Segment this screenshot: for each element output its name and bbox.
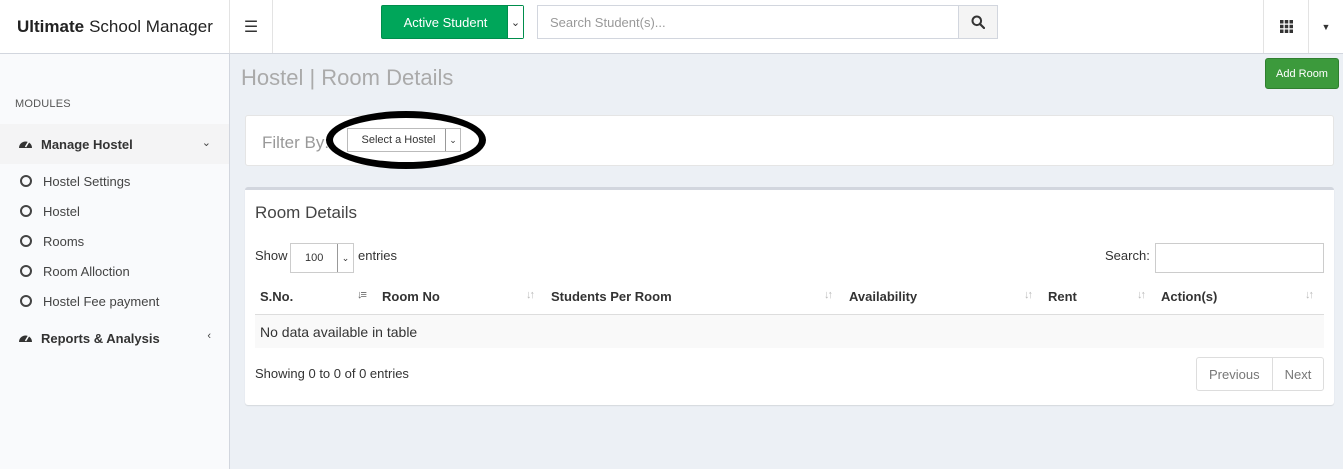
- sidebar-subitem-room-allocation[interactable]: Room Alloction: [0, 256, 229, 286]
- sidebar-subitem-label: Room Alloction: [43, 263, 130, 279]
- chevron-down-icon: ⌄: [445, 129, 460, 151]
- menu-toggle-button[interactable]: ☰: [230, 0, 273, 53]
- table-search-input[interactable]: [1155, 243, 1324, 273]
- user-menu-toggle[interactable]: ▼: [1309, 0, 1343, 53]
- page-title: Hostel | Room Details: [241, 65, 454, 90]
- entries-value: 100: [305, 252, 324, 264]
- menu-icon: ☰: [243, 18, 259, 36]
- student-status-select[interactable]: Active Student ⌄: [381, 5, 524, 39]
- caret-down-icon[interactable]: ⌄: [507, 6, 523, 38]
- sort-icon: ↓↑: [1305, 289, 1314, 301]
- column-header-room-no[interactable]: Room No: [382, 289, 440, 313]
- sidebar-subitem-label: Hostel Settings: [43, 173, 131, 189]
- app-logo[interactable]: Ultimate School Manager: [0, 0, 230, 53]
- column-header-rent[interactable]: Rent: [1048, 289, 1077, 313]
- previous-page-button[interactable]: Previous: [1197, 358, 1272, 390]
- circle-icon: [20, 235, 32, 247]
- sidebar-subitem-rooms[interactable]: Rooms: [0, 226, 229, 256]
- brand-bold: Ultimate: [17, 16, 85, 36]
- chevron-down-icon: ⌄: [201, 137, 211, 149]
- column-header-students-per-room[interactable]: Students Per Room: [551, 289, 672, 313]
- entries-label: entries: [358, 248, 398, 263]
- student-search: [537, 5, 998, 39]
- sort-icon: ↓↑: [526, 289, 535, 301]
- hostel-select[interactable]: Select a Hostel ⌄: [347, 128, 461, 152]
- column-header-availability[interactable]: Availability: [849, 289, 917, 313]
- sidebar: MODULES Manage Hostel ⌄ Hostel Settings …: [0, 54, 230, 469]
- sidebar-subitem-hostel-fee-payment[interactable]: Hostel Fee payment: [0, 286, 229, 316]
- student-search-input[interactable]: [538, 6, 958, 38]
- sidebar-item-reports[interactable]: Reports & Analysis ‹: [0, 318, 229, 358]
- filter-label: Filter By:: [262, 133, 330, 152]
- sidebar-subitem-label: Hostel: [43, 203, 80, 219]
- top-header: Ultimate School Manager ☰ Active Student…: [0, 0, 1343, 54]
- student-status-label: Active Student: [403, 14, 488, 30]
- show-label: Show: [255, 248, 288, 263]
- column-header-actions[interactable]: Action(s): [1161, 289, 1217, 313]
- hostel-select-value: Select a Hostel: [361, 134, 436, 146]
- entries-per-page-select[interactable]: 100 ⌄: [290, 243, 354, 273]
- table-empty-row: No data available in table: [255, 315, 1324, 348]
- column-header-sno[interactable]: S.No.: [260, 289, 293, 313]
- pagination: Previous Next: [1196, 357, 1325, 391]
- sort-icon: ↓≡: [357, 289, 367, 301]
- circle-icon: [20, 175, 32, 187]
- room-details-panel: Room Details Show 100 ⌄ entries Search: …: [245, 187, 1334, 405]
- sidebar-subitem-label: Hostel Fee payment: [43, 293, 160, 309]
- next-page-button[interactable]: Next: [1271, 358, 1324, 390]
- sort-icon: ↓↑: [1137, 289, 1146, 301]
- add-room-button[interactable]: Add Room: [1265, 58, 1339, 89]
- sidebar-subitem-hostel-settings[interactable]: Hostel Settings: [0, 166, 229, 196]
- search-button[interactable]: [958, 6, 997, 38]
- chevron-left-icon: ‹: [207, 330, 211, 342]
- sort-icon: ↓↑: [1024, 289, 1033, 301]
- apps-button[interactable]: [1263, 0, 1309, 53]
- caret-down-icon: ▼: [1321, 21, 1331, 32]
- circle-icon: [20, 295, 32, 307]
- chevron-down-icon: ⌄: [337, 244, 353, 272]
- table-info: Showing 0 to 0 of 0 entries: [255, 366, 409, 381]
- sidebar-subitem-label: Rooms: [43, 233, 85, 249]
- circle-icon: [20, 205, 32, 217]
- sort-icon: ↓↑: [824, 289, 833, 301]
- search-icon: [971, 15, 985, 29]
- sidebar-subitem-hostel[interactable]: Hostel: [0, 196, 229, 226]
- dashboard-icon: [18, 136, 41, 152]
- panel-title: Room Details: [255, 203, 358, 222]
- sidebar-item-label: Reports & Analysis: [41, 330, 160, 346]
- dashboard-icon: [18, 330, 41, 346]
- table-search-label: Search:: [1105, 248, 1150, 263]
- brand-rest: School Manager: [89, 16, 213, 36]
- sidebar-section-label: MODULES: [15, 98, 71, 110]
- sidebar-item-label: Manage Hostel: [41, 136, 133, 152]
- apps-grid-icon: [1279, 20, 1293, 33]
- sidebar-item-manage-hostel[interactable]: Manage Hostel ⌄: [0, 124, 229, 164]
- filter-panel: Filter By: Select a Hostel ⌄: [245, 111, 1334, 169]
- circle-icon: [20, 265, 32, 277]
